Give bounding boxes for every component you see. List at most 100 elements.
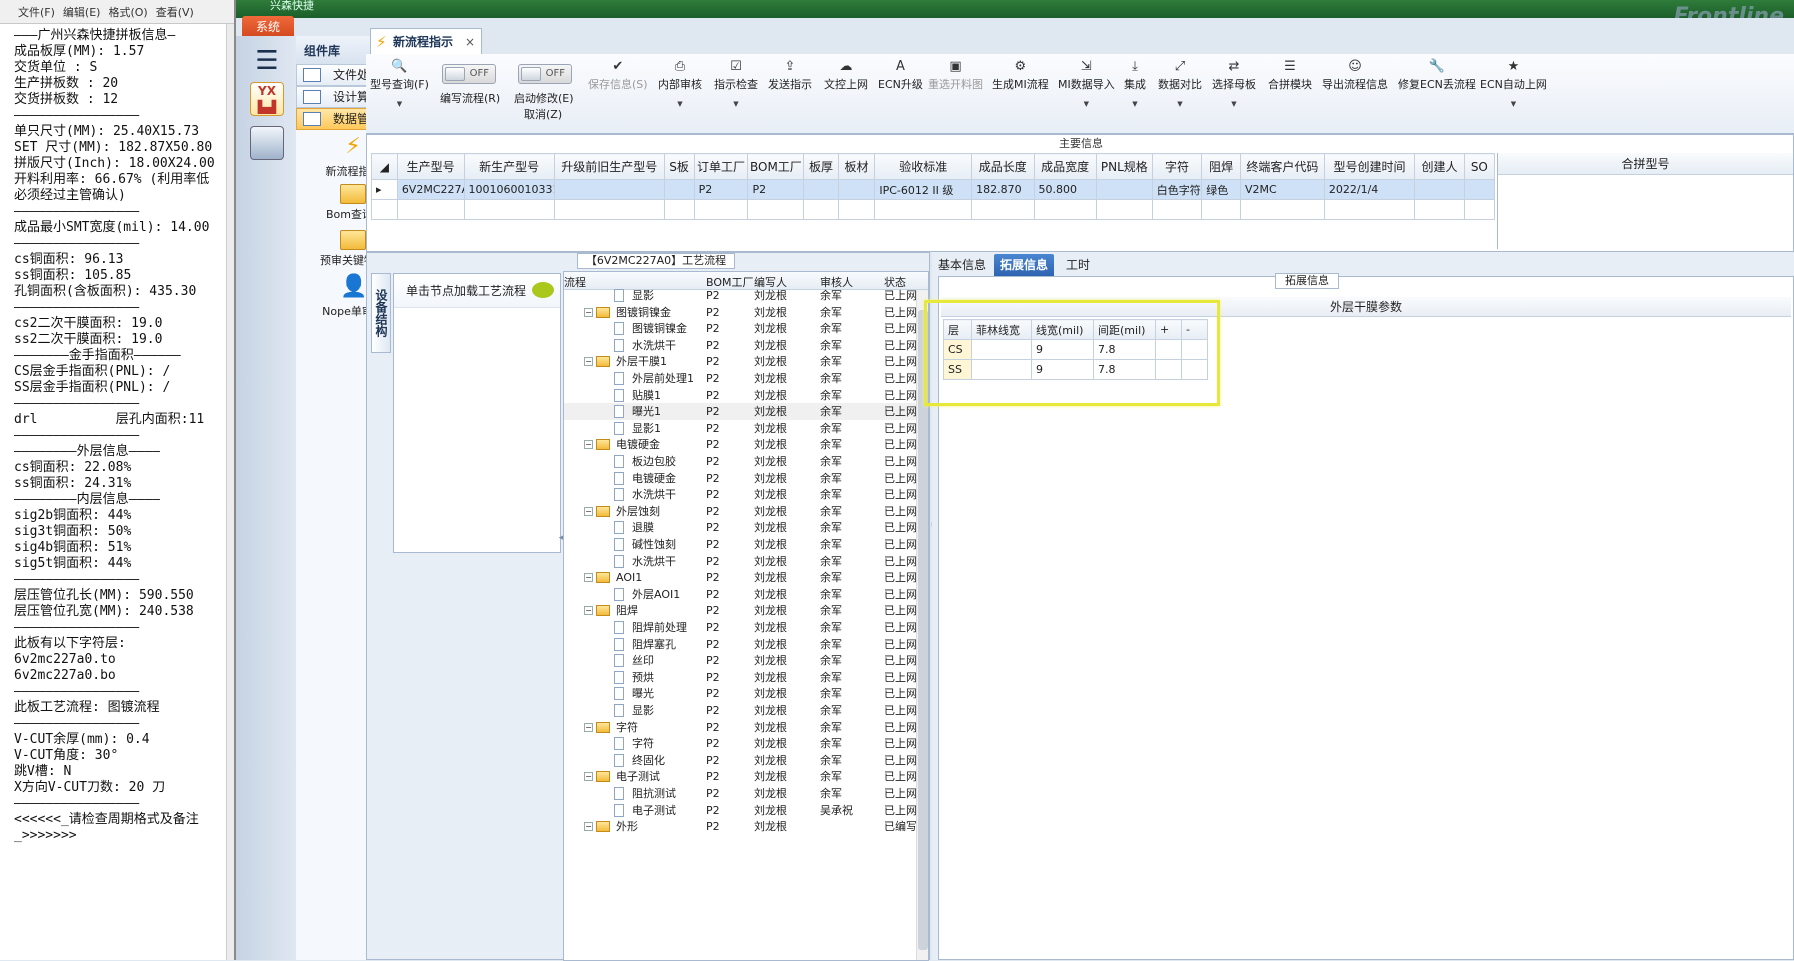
tree-row[interactable]: 丝印 P2 刘龙根 余军 已上网 xyxy=(564,652,917,669)
collapse-icon[interactable]: − xyxy=(584,573,593,583)
tree-row[interactable]: − 外层干膜1 P2 刘龙根 余军 已上网 xyxy=(564,353,917,370)
collapse-icon[interactable]: − xyxy=(584,357,593,367)
tree-row[interactable]: 外层AOI1 P2 刘龙根 余军 已上网 xyxy=(564,586,917,603)
gen-mi-flow-button[interactable]: ⚙ 生成MI流程 xyxy=(992,58,1049,92)
tree-row[interactable]: 水洗烘干 P2 刘龙根 余军 已上网 xyxy=(564,337,917,354)
main-grid-cell[interactable]: 2022/1/4 xyxy=(1323,179,1416,200)
main-grid-cell[interactable]: IPC-6012 II 级 xyxy=(874,179,973,200)
notepad-text[interactable]: ———广州兴森快捷拼板信息— 成品板厚(MM): 1.57 交货单位 : S 生产拼板… xyxy=(14,28,234,844)
model-query-button[interactable]: 🔍 型号查询(F) ▼ xyxy=(370,58,429,108)
menu-format[interactable]: 格式(O) xyxy=(108,4,147,20)
main-grid-header[interactable]: 升级前旧生产型号 xyxy=(553,153,665,180)
tree-row[interactable]: 碱性蚀刻 P2 刘龙根 余军 已上网 xyxy=(564,536,917,553)
tree-row[interactable]: − 图镀铜镍金 P2 刘龙根 余军 已上网 xyxy=(564,304,917,321)
calculator-icon[interactable] xyxy=(250,126,284,160)
main-grid-header[interactable]: 验收标准 xyxy=(874,153,973,180)
integrate-button[interactable]: ⤓ 集成 ▼ xyxy=(1124,58,1146,108)
cancel-label[interactable]: 取消(Z) xyxy=(524,106,562,122)
regen-cut-chart-button[interactable]: ▣ 重选开料图 xyxy=(928,58,983,92)
tree-row[interactable]: − 外层蚀刻 P2 刘龙根 余军 已上网 xyxy=(564,503,917,520)
main-grid-header[interactable]: 板厚 xyxy=(803,153,839,180)
collapse-icon[interactable]: − xyxy=(584,440,593,450)
export-flow-button[interactable]: ☺ 导出流程信息 xyxy=(1322,58,1388,92)
menu-view[interactable]: 查看(V) xyxy=(156,4,194,20)
node-hint[interactable]: 单击节点加载工艺流程 xyxy=(394,274,560,308)
tree-row[interactable]: 预烘 P2 刘龙根 余军 已上网 xyxy=(564,669,917,686)
main-grid-cell[interactable] xyxy=(1463,179,1496,200)
menu-file[interactable]: 文件(F) xyxy=(18,4,55,20)
main-grid-cell[interactable]: 182.870 xyxy=(971,179,1035,200)
internal-review-button[interactable]: ⎙ 内部审核 ▼ xyxy=(658,58,702,108)
main-grid-cell[interactable]: 绿色 xyxy=(1201,179,1241,200)
main-grid-header[interactable]: PNL规格 xyxy=(1095,153,1153,180)
main-grid-header[interactable]: 新生产型号 xyxy=(463,153,555,180)
mi-import-button[interactable]: ⇲ MI数据导入 ▼ xyxy=(1058,58,1115,108)
tree-row[interactable]: − 字符 P2 刘龙根 余军 已上网 xyxy=(564,719,917,736)
tree-row[interactable]: − 电镀硬金 P2 刘龙根 余军 已上网 xyxy=(564,436,917,453)
main-grid-header[interactable]: 订单工厂 xyxy=(693,153,749,180)
main-grid-header[interactable]: SO xyxy=(1463,153,1496,180)
tab-work-hours[interactable]: 工时 xyxy=(1060,254,1096,276)
main-grid-cell[interactable] xyxy=(837,179,876,200)
tree-row[interactable]: 显影 P2 刘龙根 余军 已上网 xyxy=(564,702,917,719)
main-grid-cell[interactable] xyxy=(553,179,665,200)
tree-row[interactable]: 贴膜1 P2 刘龙根 余军 已上网 xyxy=(564,387,917,404)
tree-row[interactable]: 水洗烘干 P2 刘龙根 余军 已上网 xyxy=(564,553,917,570)
tree-row[interactable]: − 阻焊 P2 刘龙根 余军 已上网 xyxy=(564,602,917,619)
collapse-icon[interactable]: − xyxy=(584,722,593,732)
tree-row[interactable]: 板边包胶 P2 刘龙根 余军 已上网 xyxy=(564,453,917,470)
tree-row[interactable]: − 电子测试 P2 刘龙根 余军 已上网 xyxy=(564,768,917,785)
tree-row[interactable]: 曝光 P2 刘龙根 余军 已上网 xyxy=(564,685,917,702)
scroll-thumb[interactable] xyxy=(918,310,928,950)
main-grid-cell[interactable] xyxy=(1414,179,1465,200)
main-grid-header[interactable]: S板 xyxy=(663,153,695,180)
tree-row[interactable]: 字符 P2 刘龙根 余军 已上网 xyxy=(564,735,917,752)
main-grid-header[interactable]: 成品宽度 xyxy=(1033,153,1097,180)
system-button[interactable]: 系统 xyxy=(242,16,294,38)
main-grid-header[interactable]: 成品长度 xyxy=(971,153,1035,180)
tree-row[interactable]: − 外形 P2 刘龙根 已编写 xyxy=(564,818,917,835)
vertical-tab-device-structure[interactable]: 设备结构 xyxy=(371,273,391,353)
main-grid-cell[interactable]: V2MC xyxy=(1239,179,1325,200)
notepad-scrollbar[interactable] xyxy=(226,24,234,960)
main-grid-cell[interactable] xyxy=(663,179,695,200)
doc-tab-new-flow[interactable]: ⚡ 新流程指示 × xyxy=(370,28,482,54)
tree-row[interactable]: 显影1 P2 刘龙根 余军 已上网 xyxy=(564,420,917,437)
tree-row[interactable]: 外层前处理1 P2 刘龙根 余军 已上网 xyxy=(564,370,917,387)
tree-row[interactable]: − AOI1 P2 刘龙根 余军 已上网 xyxy=(564,569,917,586)
tab-extended-info[interactable]: 拓展信息 xyxy=(994,254,1055,276)
main-grid-header[interactable]: 创建人 xyxy=(1414,153,1465,180)
tree-row[interactable]: 显影 P2 刘龙根 余军 已上网 xyxy=(564,287,917,304)
tree-row[interactable]: 水洗烘干 P2 刘龙根 余军 已上网 xyxy=(564,486,917,503)
select-mother-button[interactable]: ⇄ 选择母板 ▼ xyxy=(1212,58,1256,108)
ecn-auto-upload-button[interactable]: ★ ECN自动上网 ▼ xyxy=(1480,58,1547,108)
main-grid-header[interactable]: BOM工厂 xyxy=(747,153,805,180)
tree-row[interactable]: 阻焊前处理 P2 刘龙根 余军 已上网 xyxy=(564,619,917,636)
merge-module-button[interactable]: ☰ 合拼模块 xyxy=(1268,58,1312,92)
data-compare-button[interactable]: ⤢ 数据对比 ▼ xyxy=(1158,58,1202,108)
send-indicator-button[interactable]: ⇪ 发送指示 xyxy=(768,58,812,92)
main-grid-cell[interactable]: 10010600103313 xyxy=(463,179,555,200)
main-grid-header[interactable]: 型号创建时间 xyxy=(1323,153,1416,180)
collapse-icon[interactable]: − xyxy=(584,822,593,832)
yx-factory-icon[interactable]: YX ▙▟ xyxy=(250,82,284,116)
hamburger-menu-icon[interactable]: ☰ xyxy=(250,44,284,78)
write-flow-toggle[interactable]: OFF xyxy=(442,64,496,84)
collapse-icon[interactable]: − xyxy=(584,307,593,317)
collapse-icon[interactable]: − xyxy=(584,506,593,516)
main-grid-cell[interactable]: 50.800 xyxy=(1033,179,1097,200)
tree-row[interactable]: 图镀铜镍金 P2 刘龙根 余军 已上网 xyxy=(564,320,917,337)
main-grid-cell[interactable]: 白色字符 xyxy=(1151,179,1203,200)
start-modify-toggle[interactable]: OFF xyxy=(518,64,572,84)
tree-row[interactable]: 曝光1 P2 刘龙根 余军 已上网 xyxy=(564,403,917,421)
tree-row[interactable]: 终固化 P2 刘龙根 余军 已上网 xyxy=(564,752,917,769)
main-grid-header[interactable]: 终端客户代码 xyxy=(1239,153,1325,180)
main-grid-cell[interactable] xyxy=(1095,179,1153,200)
main-grid-header[interactable]: 板材 xyxy=(837,153,876,180)
close-icon[interactable]: × xyxy=(465,29,475,55)
tree-row[interactable]: 电镀硬金 P2 刘龙根 余军 已上网 xyxy=(564,470,917,487)
main-grid-cell[interactable]: 6V2MC227A0 xyxy=(396,179,465,200)
main-grid-cell[interactable]: P2 xyxy=(747,179,805,200)
tree-row[interactable]: 电子测试 P2 刘龙根 吴承祝 已上网 xyxy=(564,802,917,819)
tree-row[interactable]: 阻焊塞孔 P2 刘龙根 余军 已上网 xyxy=(564,636,917,653)
